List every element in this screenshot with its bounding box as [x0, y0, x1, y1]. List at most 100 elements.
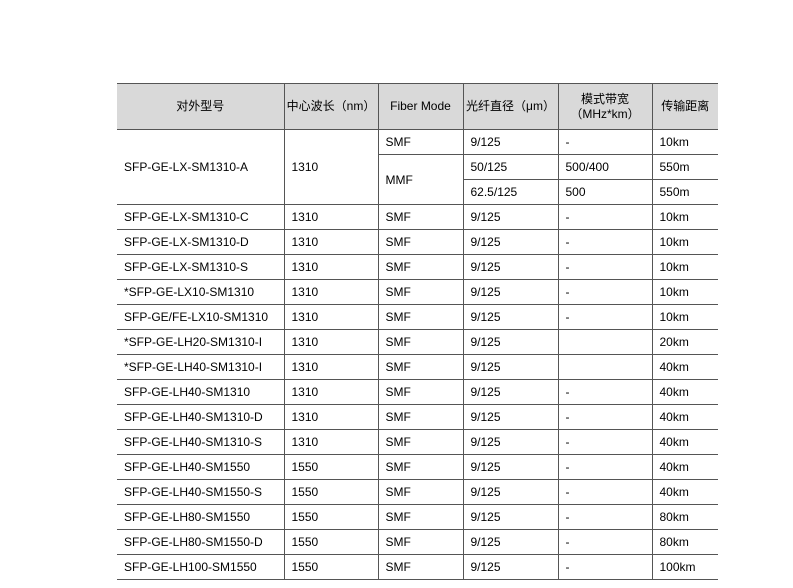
cell-wavelength: 1550 — [283, 454, 378, 480]
cell-distance: 40km — [651, 379, 718, 405]
cell-wavelength: 1550 — [283, 479, 378, 505]
cell-fiber-mode: SMF — [377, 279, 463, 305]
cell-model: *SFP-GE-LH20-SM1310-I — [117, 329, 284, 355]
cell-fiber-mode: SMF — [377, 429, 463, 455]
cell-model: SFP-GE-LH80-SM1550-D — [117, 529, 284, 555]
cell-fiber-mode: SMF — [377, 529, 463, 555]
cell-distance: 550m — [651, 154, 718, 180]
cell-bandwidth — [557, 354, 652, 380]
cell-bandwidth: - — [557, 204, 652, 230]
cell-model: *SFP-GE-LH40-SM1310-I — [117, 354, 284, 380]
cell-diameter: 9/125 — [462, 204, 558, 230]
cell-fiber-mode: SMF — [377, 554, 463, 580]
cell-wavelength: 1310 — [283, 329, 378, 355]
cell-wavelength: 1310 — [283, 429, 378, 455]
header-fiber-diameter: 光纤直径（μm） — [462, 83, 558, 130]
cell-diameter: 9/125 — [462, 479, 558, 505]
cell-bandwidth: - — [557, 504, 652, 530]
cell-bandwidth: - — [557, 454, 652, 480]
cell-model: SFP-GE-LH40-SM1310-S — [117, 429, 284, 455]
cell-distance: 10km — [651, 129, 718, 155]
cell-distance: 10km — [651, 204, 718, 230]
cell-distance: 10km — [651, 304, 718, 330]
cell-model: SFP-GE-LH100-SM1550 — [117, 554, 284, 580]
cell-diameter: 9/125 — [462, 554, 558, 580]
cell-model: SFP-GE-LH40-SM1550 — [117, 454, 284, 480]
cell-bandwidth: - — [557, 279, 652, 305]
cell-model: SFP-GE-LH80-SM1550 — [117, 504, 284, 530]
cell-fiber-mode: MMF — [377, 154, 463, 205]
cell-wavelength: 1310 — [283, 354, 378, 380]
cell-bandwidth: - — [557, 229, 652, 255]
cell-fiber-mode: SMF — [377, 379, 463, 405]
transceiver-spec-table: 对外型号 中心波长（nm） Fiber Mode 光纤直径（μm） 模式带宽 （… — [117, 83, 718, 580]
cell-distance: 40km — [651, 404, 718, 430]
cell-wavelength: 1550 — [283, 554, 378, 580]
header-distance: 传输距离 — [651, 83, 718, 130]
table-row: SFP-GE-LH40-SM1550-S 1550 SMF 9/125-40km — [117, 479, 718, 505]
cell-diameter: 9/125 — [462, 229, 558, 255]
cell-distance: 20km — [651, 329, 718, 355]
header-modal-bandwidth: 模式带宽 （MHz*km） — [557, 83, 652, 130]
cell-diameter: 9/125 — [462, 329, 558, 355]
cell-bandwidth — [557, 329, 652, 355]
cell-wavelength: 1310 — [283, 129, 378, 205]
cell-distance: 80km — [651, 504, 718, 530]
table-row: SFP-GE-LH40-SM1550 1550 SMF 9/125-40km — [117, 454, 718, 480]
cell-bandwidth: - — [557, 304, 652, 330]
cell-fiber-mode: SMF — [377, 229, 463, 255]
cell-distance: 550m — [651, 179, 718, 205]
cell-bandwidth: - — [557, 404, 652, 430]
cell-diameter: 9/125 — [462, 129, 558, 155]
cell-fiber-mode: SMF — [377, 354, 463, 380]
cell-bandwidth: - — [557, 529, 652, 555]
table-row: SFP-GE/FE-LX10-SM1310 1310 SMF 9/125-10km — [117, 304, 718, 330]
cell-model: SFP-GE-LX-SM1310-A — [117, 129, 284, 205]
table-row: *SFP-GE-LH20-SM1310-I 1310 SMF 9/125 20km — [117, 329, 718, 355]
cell-fiber-mode: SMF — [377, 504, 463, 530]
cell-wavelength: 1310 — [283, 229, 378, 255]
table-row: SFP-GE-LX-SM1310-C 1310 SMF 9/125-10km — [117, 204, 718, 230]
cell-bandwidth: - — [557, 254, 652, 280]
table-row: SFP-GE-LX-SM1310-A 1310 SMF 9/125 - 10km — [117, 129, 718, 205]
header-wavelength: 中心波长（nm） — [283, 83, 378, 130]
table-row: SFP-GE-LX-SM1310-S 1310 SMF 9/125-10km — [117, 254, 718, 280]
cell-diameter: 9/125 — [462, 529, 558, 555]
cell-distance: 10km — [651, 279, 718, 305]
cell-bandwidth: - — [557, 379, 652, 405]
table-row: SFP-GE-LH80-SM1550 1550 SMF 9/125-80km — [117, 504, 718, 530]
table-row: SFP-GE-LH100-SM1550 1550 SMF 9/125-100km — [117, 554, 718, 580]
document-page: 对外型号 中心波长（nm） Fiber Mode 光纤直径（μm） 模式带宽 （… — [0, 0, 793, 588]
cell-fiber-mode: SMF — [377, 454, 463, 480]
cell-distance: 40km — [651, 479, 718, 505]
cell-diameter: 9/125 — [462, 279, 558, 305]
cell-diameter: 9/125 — [462, 454, 558, 480]
cell-wavelength: 1310 — [283, 204, 378, 230]
cell-model: SFP-GE-LH40-SM1310 — [117, 379, 284, 405]
table-row: SFP-GE-LH40-SM1310-D 1310 SMF 9/125-40km — [117, 404, 718, 430]
cell-model: SFP-GE-LX-SM1310-S — [117, 254, 284, 280]
table-row: SFP-GE-LH80-SM1550-D 1550 SMF 9/125-80km — [117, 529, 718, 555]
cell-bandwidth: - — [557, 479, 652, 505]
cell-distance: 40km — [651, 354, 718, 380]
cell-diameter: 50/125 — [462, 154, 558, 180]
cell-model: *SFP-GE-LX10-SM1310 — [117, 279, 284, 305]
cell-wavelength: 1310 — [283, 304, 378, 330]
cell-bandwidth: - — [557, 129, 652, 155]
cell-wavelength: 1550 — [283, 504, 378, 530]
cell-wavelength: 1310 — [283, 254, 378, 280]
cell-distance: 40km — [651, 429, 718, 455]
cell-bandwidth: 500 — [557, 179, 652, 205]
cell-distance: 40km — [651, 454, 718, 480]
table-row: SFP-GE-LX-SM1310-D 1310 SMF 9/125-10km — [117, 229, 718, 255]
cell-diameter: 9/125 — [462, 254, 558, 280]
cell-model: SFP-GE-LX-SM1310-C — [117, 204, 284, 230]
cell-wavelength: 1310 — [283, 404, 378, 430]
cell-bandwidth: - — [557, 554, 652, 580]
cell-model: SFP-GE-LH40-SM1310-D — [117, 404, 284, 430]
cell-distance: 100km — [651, 554, 718, 580]
header-model: 对外型号 — [117, 83, 284, 130]
cell-distance: 10km — [651, 254, 718, 280]
cell-wavelength: 1550 — [283, 529, 378, 555]
cell-diameter: 62.5/125 — [462, 179, 558, 205]
